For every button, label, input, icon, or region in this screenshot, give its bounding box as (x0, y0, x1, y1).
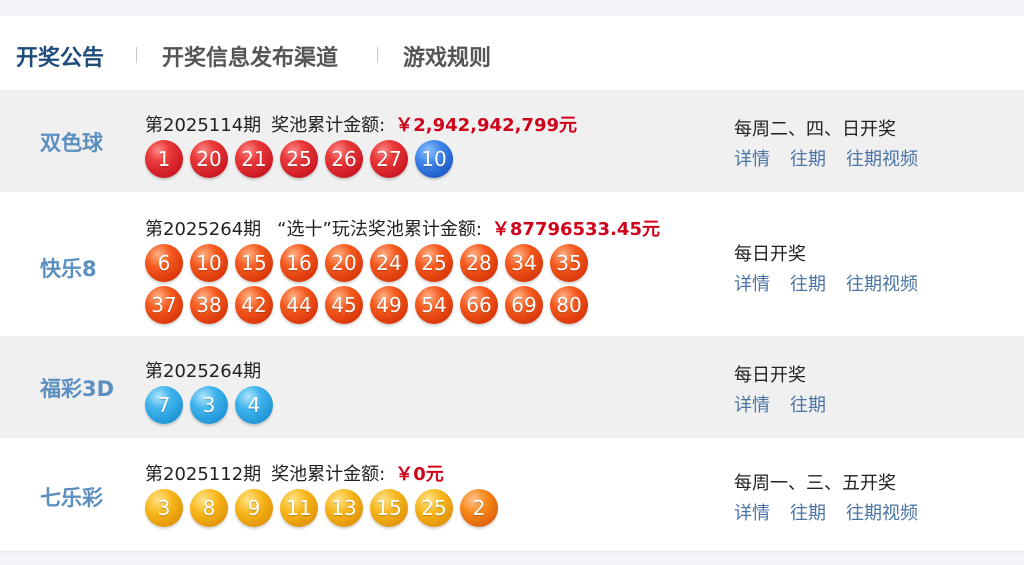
history-video-link[interactable]: 往期视频 (846, 149, 918, 170)
issue-pool-line: 第2025264期 “选十”玩法奖池累计金额: ￥87796533.45元 (145, 215, 660, 241)
lottery-ball: 45 (325, 286, 363, 324)
pool-label: 奖池累计金额: (271, 115, 386, 136)
details-link[interactable]: 详情 (734, 395, 770, 416)
issue-pool-line: 第2025112期 奖池累计金额: ￥0元 (145, 460, 444, 486)
pool-amount: ￥0元 (395, 464, 444, 485)
lottery-ball: 6 (145, 244, 183, 282)
lottery-ball: 21 (235, 140, 273, 178)
pool-amount: ￥87796533.45元 (491, 219, 660, 240)
lottery-ball: 44 (280, 286, 318, 324)
lottery-ball: 49 (370, 286, 408, 324)
lottery-ball: 4 (235, 386, 273, 424)
lottery-ball: 7 (145, 386, 183, 424)
lottery-ball: 34 (505, 244, 543, 282)
lottery-ball: 10 (415, 140, 453, 178)
lottery-ball: 42 (235, 286, 273, 324)
game-row-kl8: 快乐8 第2025264期 “选十”玩法奖池累计金额: ￥87796533.45元 … (0, 192, 1024, 336)
tab-bar: 开奖公告 开奖信息发布渠道 游戏规则 (0, 16, 1024, 90)
tab-divider (377, 47, 378, 63)
lottery-ball: 1 (145, 140, 183, 178)
draw-schedule: 每日开奖 (734, 244, 806, 265)
lottery-ball: 66 (460, 286, 498, 324)
lottery-ball: 25 (415, 489, 453, 527)
issue-number: 第2025264期 (145, 361, 262, 382)
game-row-qlc: 七乐彩 第2025112期 奖池累计金额: ￥0元 3 8 9 11 13 15 25 2 每周一… (0, 438, 1024, 551)
lottery-ball: 9 (235, 489, 273, 527)
lottery-ball: 3 (190, 386, 228, 424)
details-link[interactable]: 详情 (734, 503, 770, 524)
pool-label: 奖池累计金额: (271, 464, 386, 485)
lottery-ball: 20 (190, 140, 228, 178)
game-links: 详情 往期 往期视频 (734, 145, 938, 171)
history-link[interactable]: 往期 (790, 274, 826, 295)
lottery-ball: 20 (325, 244, 363, 282)
lottery-ball: 3 (145, 489, 183, 527)
pool-label: “选十”玩法奖池累计金额: (277, 219, 482, 240)
lottery-ball: 8 (190, 489, 228, 527)
issue-number: 第2025112期 (145, 464, 262, 485)
lottery-ball: 16 (280, 244, 318, 282)
game-name[interactable]: 福彩3D (40, 373, 114, 403)
tab-game-rules[interactable]: 游戏规则 (403, 40, 491, 72)
lottery-ball: 37 (145, 286, 183, 324)
lottery-ball: 80 (550, 286, 588, 324)
lottery-ball: 27 (370, 140, 408, 178)
lottery-ball: 13 (325, 489, 363, 527)
history-link[interactable]: 往期 (790, 149, 826, 170)
lottery-ball: 11 (280, 489, 318, 527)
lottery-ball: 25 (415, 244, 453, 282)
lottery-ball: 15 (235, 244, 273, 282)
history-link[interactable]: 往期 (790, 395, 826, 416)
lottery-ball: 24 (370, 244, 408, 282)
issue-number: 第2025264期 (145, 219, 262, 240)
draw-schedule: 每周一、三、五开奖 (734, 473, 896, 494)
details-link[interactable]: 详情 (734, 149, 770, 170)
lottery-ball: 38 (190, 286, 228, 324)
lottery-ball: 25 (280, 140, 318, 178)
game-links: 详情 往期 往期视频 (734, 499, 938, 525)
game-name[interactable]: 快乐8 (40, 253, 97, 283)
tab-announcement[interactable]: 开奖公告 (16, 40, 104, 72)
lottery-ball: 28 (460, 244, 498, 282)
game-row-3d: 福彩3D 第2025264期 734 每日开奖 详情 往期 (0, 336, 1024, 438)
pool-amount: ￥2,942,942,799元 (395, 115, 578, 136)
lottery-ball: 26 (325, 140, 363, 178)
draw-schedule: 每日开奖 (734, 365, 806, 386)
history-link[interactable]: 往期 (790, 503, 826, 524)
game-row-ssq: 双色球 第2025114期 奖池累计金额: ￥2,942,942,799元 1 20 2… (0, 90, 1024, 192)
tab-release-channels[interactable]: 开奖信息发布渠道 (162, 40, 338, 72)
lottery-ball: 15 (370, 489, 408, 527)
issue-pool-line: 第2025114期 奖池累计金额: ￥2,942,942,799元 (145, 111, 577, 137)
lottery-ball: 10 (190, 244, 228, 282)
lottery-ball: 69 (505, 286, 543, 324)
draw-schedule: 每周二、四、日开奖 (734, 119, 896, 140)
lottery-ball: 35 (550, 244, 588, 282)
history-video-link[interactable]: 往期视频 (846, 503, 918, 524)
lottery-announcement-panel: 开奖公告 开奖信息发布渠道 游戏规则 双色球 第2025114期 奖池累计金额: ￥… (0, 16, 1024, 551)
lottery-ball: 54 (415, 286, 453, 324)
game-name[interactable]: 七乐彩 (40, 482, 103, 512)
game-links: 详情 往期 (734, 391, 846, 417)
history-video-link[interactable]: 往期视频 (846, 274, 918, 295)
lottery-ball: 2 (460, 489, 498, 527)
tab-divider (136, 47, 137, 63)
issue-number: 第2025114期 (145, 115, 262, 136)
details-link[interactable]: 详情 (734, 274, 770, 295)
game-links: 详情 往期 往期视频 (734, 270, 938, 296)
issue-pool-line: 第2025264期 (145, 357, 261, 383)
game-name[interactable]: 双色球 (40, 127, 103, 157)
